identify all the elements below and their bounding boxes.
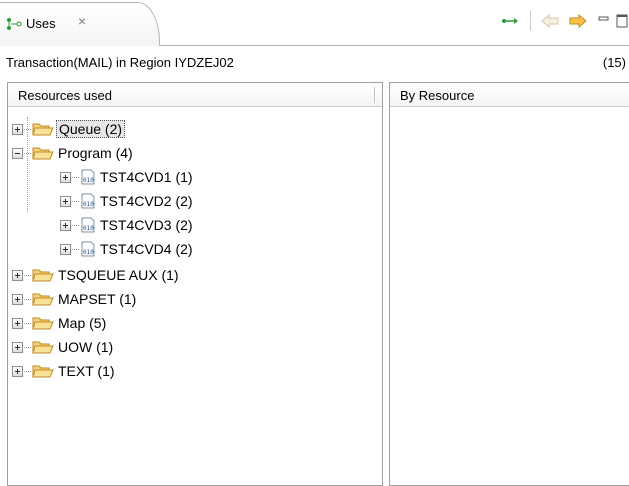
svg-text:010: 010 <box>83 177 94 184</box>
tree-item-tst4cvd3[interactable]: 010 TST4CVD3 (2) <box>60 213 193 237</box>
tree-item-tst4cvd4[interactable]: 010 TST4CVD4 (2) <box>60 237 193 261</box>
folder-icon <box>32 147 54 160</box>
tree-connector <box>72 224 79 226</box>
expand-icon[interactable] <box>12 293 23 305</box>
folder-icon <box>32 365 54 378</box>
tree-item-text[interactable]: TEXT (1) <box>12 359 115 383</box>
tree-connector <box>24 370 31 372</box>
expand-icon[interactable] <box>60 219 71 231</box>
tree-item-label: Queue (2) <box>56 120 126 138</box>
uses-tab[interactable]: Uses × <box>0 2 160 46</box>
tree-item-tsqueue-aux[interactable]: TSQUEUE AUX (1) <box>12 263 179 287</box>
expand-icon[interactable] <box>60 171 71 183</box>
back-arrow-icon[interactable] <box>539 10 561 32</box>
link-arrow-icon[interactable] <box>500 10 522 32</box>
svg-text:010: 010 <box>83 201 94 208</box>
binary-program-icon: 010 <box>81 217 95 233</box>
tree-connector <box>24 322 31 324</box>
tree-item-label: Map (5) <box>58 315 107 331</box>
svg-text:010: 010 <box>83 225 94 232</box>
tree-connector <box>72 248 79 250</box>
expand-icon[interactable] <box>12 365 23 377</box>
tab-label: Uses <box>26 16 56 31</box>
collapse-icon[interactable] <box>12 147 23 159</box>
expand-icon[interactable] <box>12 317 23 329</box>
tree-item-tst4cvd2[interactable]: 010 TST4CVD2 (2) <box>60 189 193 213</box>
tree-item-label: Program (4) <box>58 145 133 161</box>
expand-icon[interactable] <box>12 341 23 353</box>
minimize-icon[interactable] <box>593 10 615 32</box>
tree-connector <box>24 298 31 300</box>
binary-program-icon: 010 <box>81 169 95 185</box>
context-info-bar: Transaction(MAIL) in Region IYDZEJ02 (15… <box>0 52 629 74</box>
resources-used-pane: Resources used Queue (2) Program (4) 010… <box>7 82 383 486</box>
by-resource-pane: By Resource <box>389 82 629 486</box>
expand-icon[interactable] <box>12 123 23 135</box>
tree-item-queue[interactable]: Queue (2) <box>12 117 126 141</box>
close-icon[interactable]: × <box>78 13 86 29</box>
folder-icon <box>32 317 54 330</box>
tree-connector <box>24 128 31 130</box>
folder-icon <box>32 293 54 306</box>
tree-item-label: TST4CVD1 (1) <box>100 169 193 185</box>
tree-item-program[interactable]: Program (4) <box>12 141 133 165</box>
tree-item-uow[interactable]: UOW (1) <box>12 335 113 359</box>
binary-program-icon: 010 <box>81 241 95 257</box>
expand-icon[interactable] <box>12 269 23 281</box>
context-title: Transaction(MAIL) in Region IYDZEJ02 <box>6 55 234 70</box>
tree-item-tst4cvd1[interactable]: 010 TST4CVD1 (1) <box>60 165 193 189</box>
tree-connector <box>24 274 31 276</box>
binary-program-icon: 010 <box>81 193 95 209</box>
tree-connector <box>72 176 79 178</box>
tree-item-label: TST4CVD3 (2) <box>100 217 193 233</box>
folder-icon <box>32 123 54 136</box>
toolbar-separator <box>530 11 531 31</box>
tree-item-label: TEXT (1) <box>58 363 115 379</box>
forward-arrow-icon[interactable] <box>567 10 589 32</box>
tree-item-label: UOW (1) <box>58 339 114 355</box>
resource-count: (15) <box>602 55 626 70</box>
folder-icon <box>32 341 54 354</box>
column-separator[interactable] <box>374 87 376 103</box>
tree-item-label: TSQUEUE AUX (1) <box>58 267 179 283</box>
tree-item-label: MAPSET (1) <box>58 291 137 307</box>
expand-icon[interactable] <box>60 195 71 207</box>
uses-view-icon <box>7 18 22 30</box>
resources-used-header[interactable]: Resources used <box>8 83 382 107</box>
tree-item-label: TST4CVD4 (2) <box>100 241 193 257</box>
maximize-icon[interactable] <box>615 10 629 32</box>
by-resource-header-label: By Resource <box>400 88 475 103</box>
folder-icon <box>32 269 54 282</box>
expand-icon[interactable] <box>60 243 71 255</box>
tree-item-map[interactable]: Map (5) <box>12 311 106 335</box>
tree-item-mapset[interactable]: MAPSET (1) <box>12 287 136 311</box>
by-resource-header[interactable]: By Resource <box>390 83 629 107</box>
tree-connector <box>24 152 31 154</box>
tree-connector <box>24 346 31 348</box>
view-tab-bar: Uses × <box>0 0 629 46</box>
resources-used-header-label: Resources used <box>18 88 112 103</box>
view-toolbar <box>500 10 629 32</box>
tree-connector <box>72 200 79 202</box>
tree-item-label: TST4CVD2 (2) <box>100 193 193 209</box>
svg-text:010: 010 <box>83 249 94 256</box>
